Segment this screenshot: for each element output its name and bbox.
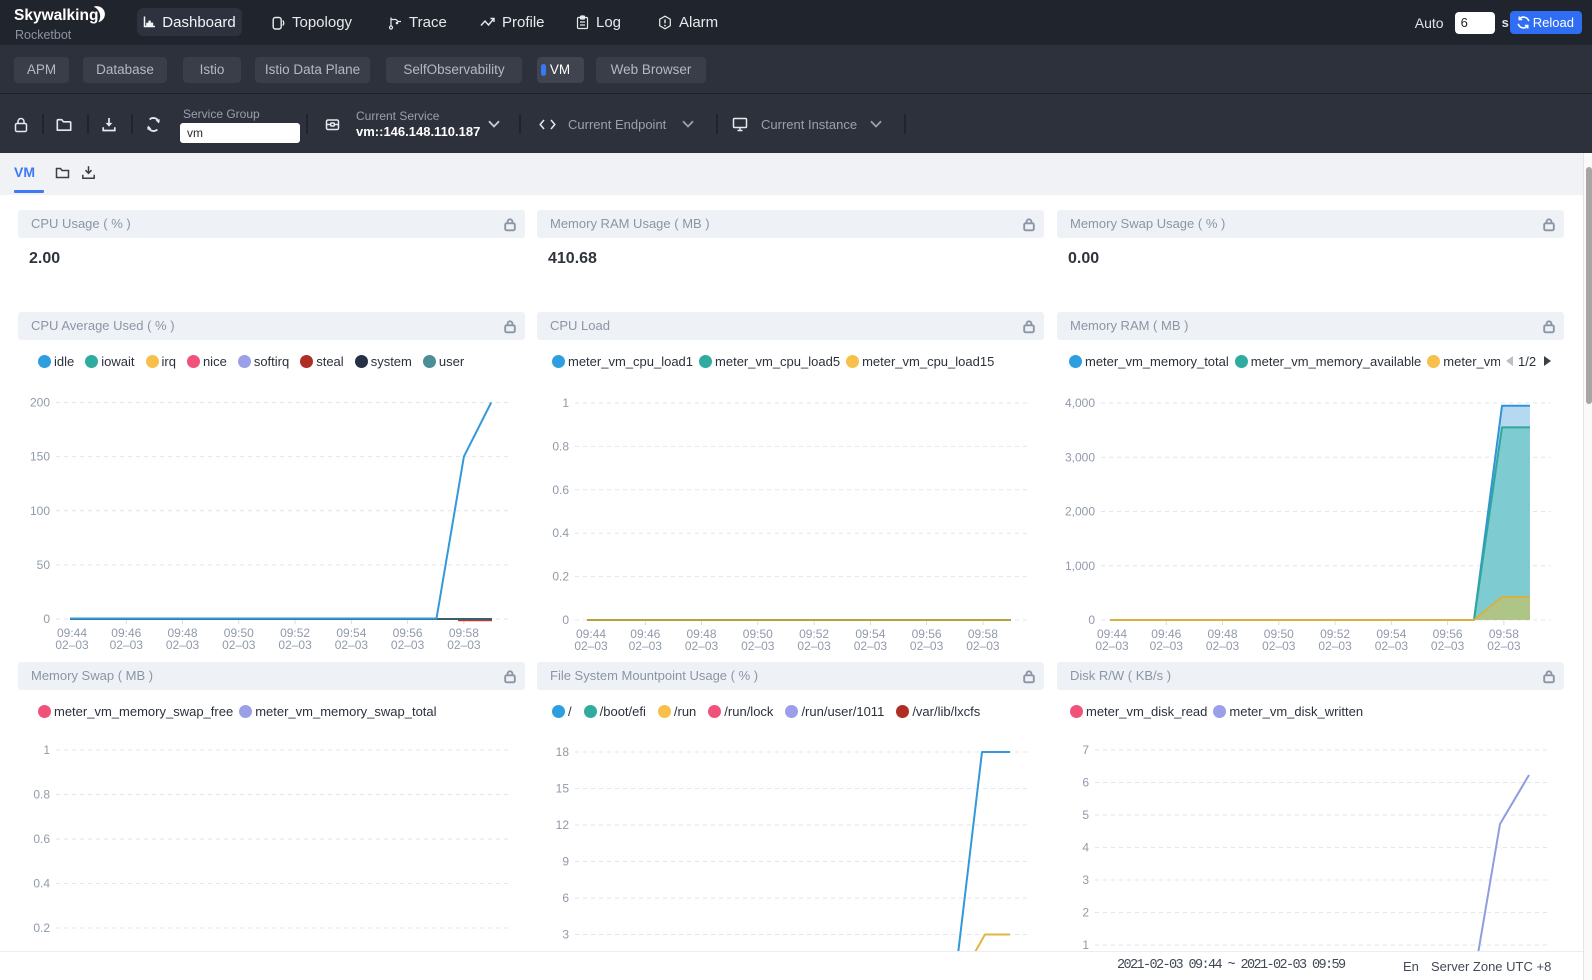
svg-text:02–03: 02–03	[741, 639, 775, 653]
svg-text:1: 1	[43, 743, 50, 757]
svg-text:7: 7	[1082, 743, 1089, 757]
svg-text:0: 0	[1088, 613, 1095, 627]
svg-text:18: 18	[556, 745, 570, 759]
svg-text:4,000: 4,000	[1065, 396, 1095, 410]
svg-text:02–03: 02–03	[55, 638, 89, 652]
svg-text:0: 0	[562, 613, 569, 627]
svg-text:3: 3	[562, 928, 569, 942]
svg-text:5: 5	[1082, 808, 1089, 822]
svg-text:0.2: 0.2	[33, 921, 50, 935]
svg-text:02–03: 02–03	[910, 639, 944, 653]
svg-text:02–03: 02–03	[1262, 639, 1296, 653]
svg-text:3,000: 3,000	[1065, 450, 1095, 464]
svg-text:4: 4	[1082, 841, 1089, 855]
svg-text:02–03: 02–03	[1318, 639, 1352, 653]
svg-text:15: 15	[556, 782, 570, 796]
svg-text:0.6: 0.6	[552, 483, 569, 497]
svg-text:1: 1	[562, 396, 569, 410]
svg-text:6: 6	[1082, 776, 1089, 790]
svg-text:02–03: 02–03	[1095, 639, 1129, 653]
svg-text:02–03: 02–03	[222, 638, 256, 652]
svg-text:50: 50	[37, 558, 51, 572]
svg-text:6: 6	[562, 891, 569, 905]
svg-text:02–03: 02–03	[110, 638, 144, 652]
svg-text:12: 12	[556, 818, 570, 832]
svg-text:2: 2	[1082, 906, 1089, 920]
svg-text:9: 9	[562, 855, 569, 869]
svg-text:02–03: 02–03	[335, 638, 369, 652]
svg-text:150: 150	[30, 450, 50, 464]
svg-text:02–03: 02–03	[966, 639, 1000, 653]
svg-text:02–03: 02–03	[1150, 639, 1184, 653]
svg-text:02–03: 02–03	[629, 639, 663, 653]
svg-text:02–03: 02–03	[574, 639, 608, 653]
svg-text:0: 0	[43, 612, 50, 626]
svg-text:0.2: 0.2	[552, 570, 569, 584]
svg-text:02–03: 02–03	[278, 638, 312, 652]
svg-text:0.8: 0.8	[33, 788, 50, 802]
svg-text:02–03: 02–03	[391, 638, 425, 652]
svg-text:02–03: 02–03	[1375, 639, 1409, 653]
svg-text:02–03: 02–03	[1487, 639, 1521, 653]
svg-text:0.4: 0.4	[33, 877, 50, 891]
svg-text:0.8: 0.8	[552, 439, 569, 453]
svg-text:02–03: 02–03	[1206, 639, 1240, 653]
svg-text:100: 100	[30, 504, 50, 518]
svg-text:0.4: 0.4	[552, 526, 569, 540]
svg-text:02–03: 02–03	[166, 638, 200, 652]
svg-text:2,000: 2,000	[1065, 505, 1095, 519]
svg-text:1,000: 1,000	[1065, 559, 1095, 573]
svg-text:02–03: 02–03	[854, 639, 888, 653]
svg-text:02–03: 02–03	[447, 638, 481, 652]
svg-text:0.6: 0.6	[33, 832, 50, 846]
svg-text:1: 1	[1082, 938, 1089, 952]
svg-text:3: 3	[1082, 873, 1089, 887]
svg-text:02–03: 02–03	[685, 639, 719, 653]
svg-text:200: 200	[30, 396, 50, 410]
svg-text:02–03: 02–03	[1431, 639, 1465, 653]
svg-text:02–03: 02–03	[797, 639, 831, 653]
